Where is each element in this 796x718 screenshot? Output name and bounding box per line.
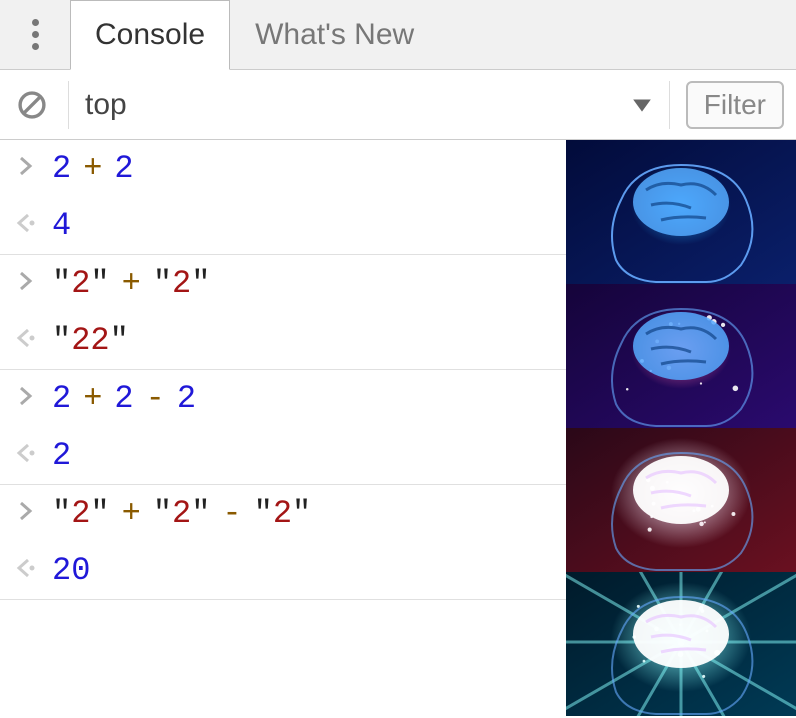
filter-placeholder: Filter	[704, 89, 766, 120]
code-token: -	[146, 380, 165, 417]
console-entry: "2"+"2"-"2"20	[0, 485, 566, 600]
brain-meme-level-3	[566, 428, 796, 572]
code-token: 2	[71, 495, 90, 532]
console-input-row[interactable]: 2 +2	[0, 140, 566, 197]
output-prompt-icon	[14, 207, 38, 244]
console-input-code: "2"+"2"	[52, 265, 210, 302]
code-token: "	[191, 495, 210, 532]
code-token: "	[153, 495, 172, 532]
console-output-code: 2	[52, 437, 71, 474]
console-input-code: "2"+"2"-"2"	[52, 495, 311, 532]
console-input-code: 2+2-2	[52, 380, 196, 417]
code-token: 2	[52, 150, 71, 187]
console-output-row: 4	[0, 197, 566, 254]
code-token: "	[90, 495, 109, 532]
code-token: "	[52, 265, 71, 302]
code-token: +	[83, 150, 102, 187]
brain-meme-level-1	[566, 140, 796, 284]
console-entry: "2"+"2""22"	[0, 255, 566, 370]
code-token: "	[90, 265, 109, 302]
console-output-row: 20	[0, 542, 566, 599]
brain-meme-level-2	[566, 284, 796, 428]
filter-input[interactable]: Filter	[686, 81, 784, 129]
meme-image-column	[566, 140, 796, 716]
code-token: "	[52, 495, 71, 532]
tab-whats-new-label: What's New	[255, 18, 414, 52]
output-prompt-icon	[14, 552, 38, 589]
tab-whats-new[interactable]: What's New	[230, 0, 439, 69]
console-input-code: 2 +2	[52, 150, 134, 187]
code-token: 2	[52, 437, 71, 474]
code-token: "	[191, 265, 210, 302]
clear-console-button[interactable]	[12, 85, 52, 125]
console-input-row[interactable]: 2+2-2	[0, 370, 566, 427]
console-toolbar: top Filter	[0, 70, 796, 140]
execution-context-select[interactable]: top	[68, 81, 670, 129]
tab-console-label: Console	[95, 18, 205, 52]
console-entry: 2 +2 4	[0, 140, 566, 255]
console-input-row[interactable]: "2"+"2"-"2"	[0, 485, 566, 542]
output-prompt-icon	[14, 322, 38, 359]
code-token: "	[153, 265, 172, 302]
console-entry: 2+2-22	[0, 370, 566, 485]
code-token: +	[122, 265, 141, 302]
console-output-code: 20	[52, 552, 90, 589]
input-prompt-icon	[14, 495, 38, 532]
code-token: -	[222, 495, 241, 532]
code-token: 2	[52, 380, 71, 417]
tab-strip: Console What's New	[70, 0, 439, 69]
input-prompt-icon	[14, 150, 38, 187]
code-token: "	[110, 322, 129, 359]
code-token: 20	[52, 552, 90, 589]
code-token: "	[52, 322, 71, 359]
brain-meme-level-4	[566, 572, 796, 716]
code-token: 2	[172, 495, 191, 532]
console-entries: 2+24"2"+"2""22"2+2-22"2"+"2"-"2"20	[0, 140, 566, 716]
no-entry-icon	[15, 88, 49, 122]
execution-context-value: top	[85, 88, 127, 122]
tab-console[interactable]: Console	[70, 0, 230, 70]
code-token: 2	[71, 265, 90, 302]
code-token: 22	[71, 322, 109, 359]
code-token: 2	[172, 265, 191, 302]
console-output-code: 4	[52, 207, 71, 244]
input-prompt-icon	[14, 265, 38, 302]
console-input-row[interactable]: "2"+"2"	[0, 255, 566, 312]
code-token: "	[292, 495, 311, 532]
code-token: 2	[114, 380, 133, 417]
output-prompt-icon	[14, 437, 38, 474]
input-prompt-icon	[14, 380, 38, 417]
code-token: "	[254, 495, 273, 532]
console-output-row: "22"	[0, 312, 566, 369]
code-token: 2	[273, 495, 292, 532]
code-token: 2	[177, 380, 196, 417]
devtools-tab-bar: Console What's New	[0, 0, 796, 70]
console-output-row: 2	[0, 427, 566, 484]
code-token: +	[83, 380, 102, 417]
chevron-down-icon	[631, 94, 653, 116]
code-token: 4	[52, 207, 71, 244]
code-token: 2	[114, 150, 133, 187]
code-token: +	[122, 495, 141, 532]
console-body: 2+24"2"+"2""22"2+2-22"2"+"2"-"2"20	[0, 140, 796, 716]
console-output-code: "22"	[52, 322, 129, 359]
kebab-menu-icon[interactable]	[0, 19, 70, 50]
